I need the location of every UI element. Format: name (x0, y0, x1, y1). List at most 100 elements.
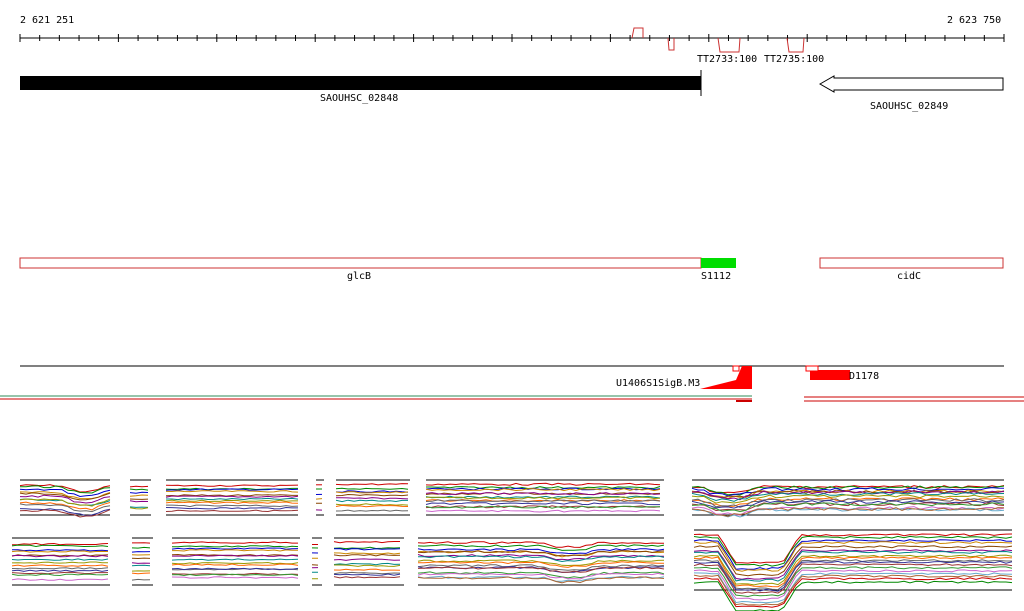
expression-bundle (131, 537, 153, 586)
expression-line (333, 553, 401, 557)
expression-line (425, 482, 661, 486)
expression-line (171, 576, 299, 579)
expression-line (315, 498, 323, 500)
terminator-marker[interactable] (786, 37, 805, 53)
terminator-marker[interactable] (667, 37, 675, 51)
expression-line (335, 483, 409, 486)
expression-line (171, 554, 299, 557)
expression-line (11, 544, 109, 548)
expression-line (171, 547, 299, 550)
annotation-label: glcB (347, 271, 371, 282)
expression-line (172, 549, 298, 552)
expression-bundle (129, 479, 151, 516)
expression-line (333, 558, 401, 561)
gene-label: SAOUHSC_02848 (320, 93, 398, 104)
annotation-box-cidc[interactable] (819, 257, 1004, 269)
expression-line (171, 541, 298, 544)
expression-line (131, 546, 151, 549)
expression-line (129, 485, 149, 488)
segment-label: D1178 (849, 371, 879, 382)
expression-line (165, 495, 299, 498)
expression-line (171, 545, 299, 548)
annotation-label: S1112 (701, 271, 731, 282)
terminator-marker[interactable] (717, 37, 741, 53)
expression-line (333, 552, 401, 555)
gene-forward-arrow[interactable] (20, 76, 701, 90)
expression-line (129, 488, 149, 491)
expression-bundle (165, 479, 299, 516)
expression-bundle (693, 529, 1013, 611)
expression-line (335, 499, 408, 503)
segment-ramp[interactable] (700, 366, 752, 389)
gene-label: SAOUHSC_02849 (870, 101, 948, 112)
expression-bundle (335, 479, 410, 516)
expression-line (129, 491, 149, 494)
ruler-end-label: 2 623 750 (947, 15, 1001, 26)
expression-line (335, 503, 409, 506)
segment-notch (805, 365, 819, 372)
expression-line (129, 507, 149, 510)
ruler-start-label: 2 621 251 (20, 15, 74, 26)
expression-line (165, 499, 298, 503)
expression-line (335, 493, 409, 497)
expression-line (11, 578, 109, 581)
annotation-track[interactable]: glcB S1112 cidC (19, 257, 1004, 282)
expression-line (11, 571, 108, 575)
expression-line (425, 509, 661, 513)
annotation-box-glcb[interactable] (19, 257, 702, 269)
expression-bundle (333, 537, 404, 586)
expression-bundle (19, 479, 111, 518)
expression-line (165, 509, 299, 513)
segment-track[interactable]: U1406S1SigB.M3 D1178 (0, 365, 1024, 402)
gene-reverse-arrow[interactable] (818, 75, 1004, 93)
terminator-marker[interactable] (631, 27, 644, 39)
expression-line (335, 504, 409, 508)
expression-line (11, 564, 109, 567)
expression-bundle (691, 479, 1005, 518)
annotation-box-s1112[interactable] (701, 258, 736, 268)
expression-line (129, 500, 149, 503)
expression-line (11, 542, 109, 546)
expression-bundle (11, 537, 110, 586)
expression-line (131, 562, 151, 564)
terminator-label: TT2733:100 (697, 54, 757, 65)
expression-line (11, 558, 109, 561)
expression-line (166, 497, 299, 501)
expression-line (129, 506, 149, 508)
expression-line (12, 549, 109, 552)
expression-line (335, 487, 409, 490)
expression-line (333, 546, 401, 550)
expression-line (336, 497, 409, 500)
expression-line (693, 533, 1013, 564)
expression-line (165, 490, 299, 493)
expression-line (165, 506, 298, 510)
expression-line (334, 564, 401, 567)
segment-notch (732, 365, 740, 372)
expression-line (11, 561, 109, 564)
expression-tracks (11, 479, 1013, 611)
expression-line (333, 576, 401, 579)
expression-line (171, 561, 299, 565)
expression-line (333, 571, 401, 575)
expression-bundle (171, 537, 300, 586)
gene-track[interactable]: SAOUHSC_02848 SAOUHSC_02849 (20, 70, 1004, 112)
segment-label: U1406S1SigB.M3 (616, 378, 700, 389)
terminator-label: TT2735:100 (764, 54, 824, 65)
annotation-label: cidC (897, 271, 921, 282)
expression-bundle (425, 479, 664, 516)
expression-line (333, 562, 401, 566)
terminator-track[interactable]: TT2733:100 TT2735:100 (631, 27, 824, 65)
coordinate-ruler: 2 621 251 2 623 750 (19, 15, 1005, 42)
expression-line (11, 569, 109, 573)
expression-line (333, 568, 401, 571)
expression-line (333, 573, 401, 576)
expression-line (333, 541, 400, 544)
expression-line (131, 551, 151, 553)
genome-browser-view: 2 621 251 2 623 750 TT2733:100 TT2735:10… (0, 15, 1024, 611)
expression-line (166, 504, 299, 508)
expression-bundle (311, 537, 322, 586)
expression-bundle (417, 537, 665, 586)
expression-bundle (315, 479, 324, 516)
expression-line (335, 509, 409, 512)
expression-line (131, 564, 151, 567)
